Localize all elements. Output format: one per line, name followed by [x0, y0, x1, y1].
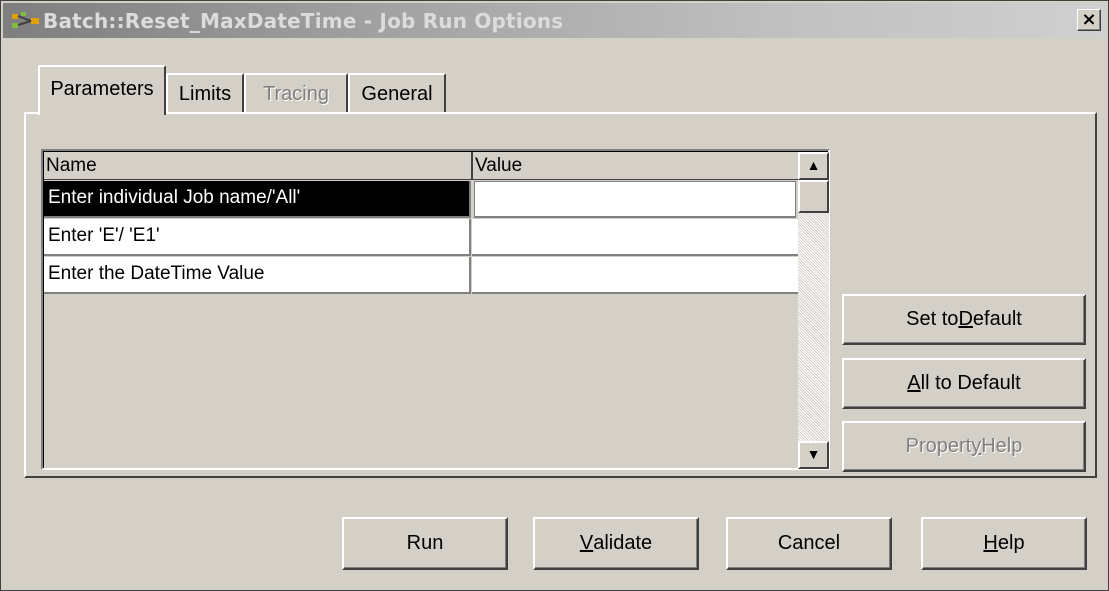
param-name-cell[interactable]: Enter individual Job name/'All' — [44, 181, 471, 218]
validate-label: Validate — [579, 532, 653, 554]
arrow-down-icon: ▼ — [806, 446, 821, 462]
close-icon: × — [1081, 9, 1097, 30]
all-to-default-label: All to Default — [907, 372, 1021, 394]
param-name-cell[interactable]: Enter 'E'/ 'E1' — [44, 219, 471, 256]
run-button[interactable]: Run — [342, 517, 508, 570]
tab-parameters[interactable]: Parameters — [38, 65, 166, 119]
vertical-scrollbar[interactable]: ▲ ▼ — [798, 152, 829, 469]
all-to-default-button[interactable]: All to Default — [842, 358, 1086, 409]
tab-limits-label: Limits — [178, 83, 232, 105]
grid-body: Name Value Enter individual Job name/'Al… — [43, 151, 829, 469]
job-run-options-dialog: Batch::Reset_MaxDateTime - Job Run Optio… — [0, 0, 1109, 591]
scroll-down-button[interactable]: ▼ — [798, 441, 829, 469]
validate-button[interactable]: Validate — [533, 517, 699, 570]
set-to-default-label: Set to Default — [906, 308, 1022, 330]
param-value-input[interactable] — [474, 181, 796, 218]
table-row[interactable]: Enter the DateTime Value — [44, 257, 798, 294]
table-row[interactable]: Enter 'E'/ 'E1' — [44, 219, 798, 256]
arrow-up-icon: ▲ — [806, 157, 821, 173]
tab-general-label: General — [361, 83, 433, 105]
tab-limits[interactable]: Limits — [166, 73, 244, 113]
app-icon — [12, 12, 39, 28]
tab-general[interactable]: General — [348, 73, 446, 113]
cancel-button[interactable]: Cancel — [726, 517, 892, 570]
run-label: Run — [406, 532, 444, 554]
param-value-cell[interactable] — [472, 257, 798, 294]
tab-tracing[interactable]: Tracing — [244, 73, 348, 113]
tab-tracing-label: Tracing — [263, 83, 329, 105]
tab-parameters-label: Parameters — [50, 78, 154, 100]
column-header-name[interactable]: Name — [44, 152, 473, 180]
scroll-up-button[interactable]: ▲ — [798, 152, 829, 180]
help-label: Help — [983, 532, 1025, 554]
window-title: Batch::Reset_MaxDateTime - Job Run Optio… — [43, 9, 564, 33]
help-button[interactable]: Help — [921, 517, 1087, 570]
scroll-thumb[interactable] — [798, 180, 829, 213]
title-bar[interactable]: Batch::Reset_MaxDateTime - Job Run Optio… — [3, 3, 1106, 38]
column-header-value[interactable]: Value — [473, 152, 798, 180]
close-button[interactable]: × — [1077, 9, 1101, 31]
parameters-grid[interactable]: Name Value Enter individual Job name/'Al… — [41, 149, 830, 470]
param-name-cell[interactable]: Enter the DateTime Value — [44, 257, 471, 294]
grid-header: Name Value — [44, 152, 798, 180]
property-help-label: Property Help — [905, 435, 1023, 457]
cancel-label: Cancel — [777, 532, 841, 554]
table-row[interactable]: Enter individual Job name/'All' — [44, 181, 798, 218]
property-help-button[interactable]: Property Help — [842, 421, 1086, 472]
param-value-cell[interactable] — [472, 219, 798, 256]
set-to-default-button[interactable]: Set to Default — [842, 294, 1086, 345]
